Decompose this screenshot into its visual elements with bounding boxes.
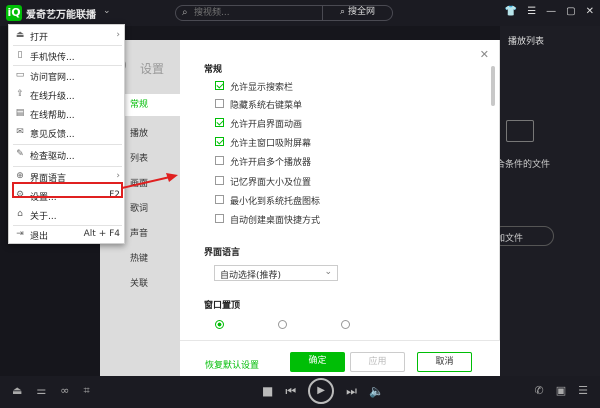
minimize-icon[interactable]: — [546,6,556,17]
settings-title: 设置 [140,62,165,76]
search-input[interactable] [194,7,304,19]
menu-item-website[interactable]: ▭ 访问官网... [9,67,126,85]
about-icon: ⌂ [17,209,23,219]
folder-icon [506,120,534,142]
bottom-bar: ⏏ ⚌ ∞ ⌗ ■ ⏮ ▶ ⏭ 🔈 ✆ ▣ ☰ [0,376,600,408]
app-title[interactable]: 爱奇艺万能联播 [26,6,96,21]
checkbox[interactable] [215,156,224,165]
language-icon: ⊕ [16,171,24,181]
screenshot-icon[interactable]: ⌗ [83,384,89,398]
menu-divider [13,144,122,145]
menu-item-help[interactable]: ▤ 在线帮助... [9,105,126,123]
section-window-top: 窗口置顶 [204,301,241,311]
driver-icon: ✎ [16,149,24,159]
chevron-down-icon: ⌄ [324,267,332,277]
3d-icon[interactable]: ∞ [60,384,69,398]
main-menu: ⏏ 打开 › ▯ 手机快传... ▭ 访问官网... ⇪ 在线升级... ▤ 在… [8,24,125,244]
restore-defaults-link[interactable]: 恢复默认设置 [205,358,259,371]
sidebar-item-sound[interactable]: 声音 [130,226,148,239]
checkbox[interactable] [215,118,224,127]
checkbox[interactable] [215,176,224,185]
menu-item-upgrade[interactable]: ⇪ 在线升级... [9,86,126,104]
search-icon: ⌕ [182,7,188,18]
app-background [100,26,500,40]
close-icon[interactable]: ✕ [480,48,489,61]
stop-icon[interactable]: ■ [262,384,273,398]
menu-item-check-driver[interactable]: ✎ 检查驱动... [9,146,126,164]
app-logo[interactable]: iQ [6,5,22,21]
section-general: 常规 [204,65,223,75]
playlist-hint: 合条件的文件 [496,160,551,170]
chevron-down-icon[interactable]: ⌄ [103,6,111,16]
sidebar-item-hotkeys[interactable]: 热键 [130,251,148,264]
phone-icon[interactable]: ✆ [535,384,544,397]
window-controls: 👕 ☰ — ▢ ✕ [505,6,594,17]
phone-icon: ▯ [17,50,23,60]
menu-item-phone-transfer[interactable]: ▯ 手机快传... [9,47,126,65]
bottom-right-controls: ✆ ▣ ☰ [535,384,589,397]
search-all-label: 搜全网 [347,7,375,17]
checkbox[interactable] [215,214,224,223]
sidebar-item-list[interactable]: 列表 [130,151,148,164]
red-arrow [121,173,178,189]
apply-button[interactable]: 应用 [350,352,405,372]
radio-option[interactable] [215,320,224,329]
feedback-icon: ✉ [16,127,24,137]
menu-icon[interactable]: ☰ [527,6,536,17]
add-file-label: 加文件 [496,234,524,244]
upgrade-icon: ⇪ [16,89,24,99]
menu-item-about[interactable]: ⌂ 关于... [9,206,126,224]
eject-icon[interactable]: ⏏ [12,384,22,398]
checkbox[interactable] [215,137,224,146]
close-icon[interactable]: ✕ [586,6,594,17]
sidebar-item-lyrics[interactable]: 歌词 [130,201,148,214]
playback-controls: ■ ⏮ ▶ ⏭ 🔈 [262,378,384,404]
menu-divider [13,65,122,66]
menu-divider [13,166,122,167]
search-box: ⌕ ⌕ 搜全网 [175,5,393,21]
sidebar-item-association[interactable]: 关联 [130,276,148,289]
window-top-radios [215,320,350,329]
highlight-box [12,182,123,198]
radio-option[interactable] [278,320,287,329]
exit-shortcut: Alt + F4 [83,229,120,239]
settings-panel: ✕ 常规 允许显示搜索栏 隐藏系统右键菜单 允许开启界面动画 允许主窗口吸附屏幕… [180,40,500,389]
maximize-icon[interactable]: ▢ [566,6,575,17]
title-bar: iQ 爱奇艺万能联播 ⌄ ⌕ ⌕ 搜全网 👕 ☰ — ▢ ✕ [0,0,600,26]
scrollbar[interactable] [491,66,495,106]
previous-icon[interactable]: ⏮ [285,384,296,399]
playlist-toggle-icon[interactable]: ☰ [578,384,588,397]
language-value: 自动选择(推荐) [220,271,282,281]
equalizer-icon[interactable]: ⚌ [36,384,46,398]
section-language: 界面语言 [204,248,241,258]
menu-divider [13,45,122,46]
sidebar-item-playback[interactable]: 播放 [130,126,148,139]
search-all-button[interactable]: ⌕ 搜全网 [322,5,392,21]
next-icon[interactable]: ⏭ [346,384,357,399]
menu-item-open[interactable]: ⏏ 打开 › [9,27,126,45]
bottom-left-controls: ⏏ ⚌ ∞ ⌗ [12,384,90,398]
globe-icon: ▭ [15,70,25,80]
playlist-panel: 播放列表 合条件的文件 加文件 [492,26,600,376]
menu-item-feedback[interactable]: ✉ 意见反馈... [9,124,126,142]
playlist-title: 播放列表 [508,37,545,47]
menu-item-exit[interactable]: ⇥ 退出 Alt + F4 [9,226,126,244]
radio-option[interactable] [341,320,350,329]
shirt-icon[interactable]: 👕 [505,6,517,17]
toolbox-icon[interactable]: ▣ [556,384,566,397]
ok-button[interactable]: 确定 [290,352,345,372]
checkbox[interactable] [215,81,224,90]
language-select[interactable]: 自动选择(推荐) ⌄ [214,265,338,281]
exit-icon: ⇥ [16,229,24,239]
cancel-button[interactable]: 取消 [417,352,472,372]
checkbox[interactable] [215,99,224,108]
folder-icon: ⏏ [15,30,25,40]
checkbox[interactable] [215,195,224,204]
volume-icon[interactable]: 🔈 [369,384,384,398]
help-icon: ▤ [15,108,25,118]
chevron-right-icon: › [116,30,120,40]
play-icon[interactable]: ▶ [308,378,335,404]
